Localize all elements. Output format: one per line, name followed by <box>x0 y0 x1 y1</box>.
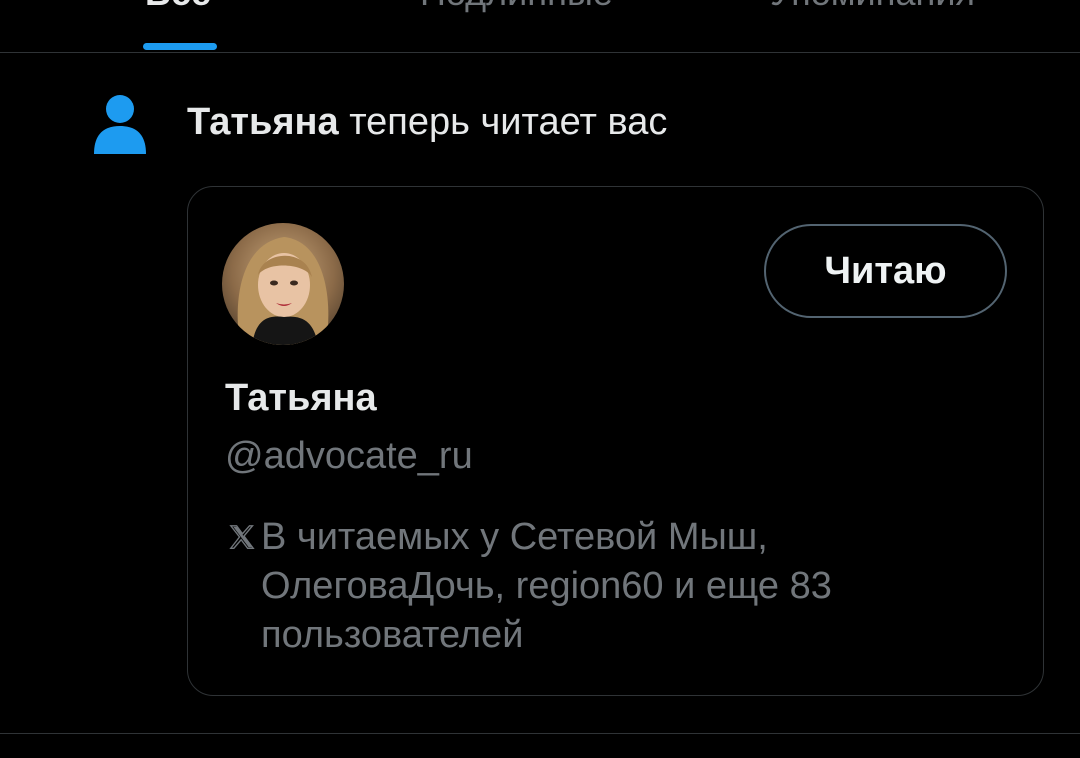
notification-action: теперь читает вас <box>338 101 668 143</box>
divider <box>0 733 1080 734</box>
user-handle[interactable]: @advocate_ru <box>225 435 473 478</box>
user-card[interactable]: Читаю Татьяна @advocate_ru В читаемых у … <box>187 186 1044 696</box>
user-display-name[interactable]: Татьяна <box>225 377 377 420</box>
followed-by-line2: ОлеговаДочь, region60 и еще 83 пользоват… <box>261 565 832 656</box>
notification-text: Татьяна теперь читает вас <box>187 99 667 145</box>
notifications-screen: Все Подлинные Упоминания Татьяна теперь … <box>0 0 1080 758</box>
user-avatar[interactable] <box>222 223 344 345</box>
followed-by-text: В читаемых у Сетевой Мыш, ОлеговаДочь, r… <box>225 513 1005 660</box>
followed-by-line1: В читаемых у Сетевой Мыш, <box>261 516 768 558</box>
x-logo-icon <box>229 525 255 549</box>
person-icon <box>94 95 146 154</box>
follow-notification[interactable]: Татьяна теперь читает вас Читаю Татьяна … <box>0 0 1080 696</box>
notification-actor-name[interactable]: Татьяна <box>187 101 339 143</box>
following-button[interactable]: Читаю <box>764 224 1007 318</box>
